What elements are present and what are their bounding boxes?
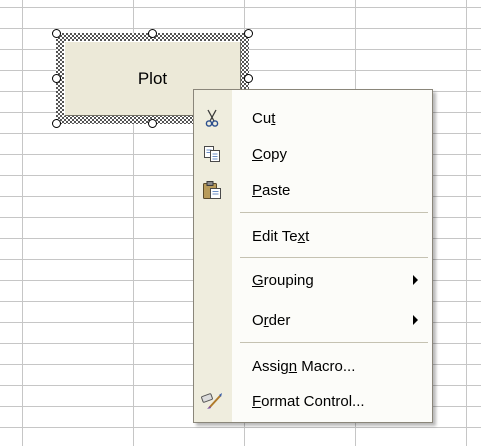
scissors-icon <box>201 107 223 129</box>
menu-item-paste[interactable]: Paste <box>194 175 432 205</box>
resize-handle-left[interactable] <box>52 74 61 83</box>
menu-item-grouping[interactable]: Grouping <box>194 265 432 295</box>
submenu-arrow-icon <box>413 315 418 325</box>
menu-item-order[interactable]: Order <box>194 305 432 335</box>
menu-item-order-label: Order <box>252 311 291 329</box>
paste-icon <box>201 179 223 201</box>
menu-item-format-control-label: Format Control... <box>252 392 365 410</box>
menu-item-assign-macro-label: Assign Macro... <box>252 357 356 375</box>
resize-handle-top-right[interactable] <box>244 29 253 38</box>
resize-handle-top-left[interactable] <box>52 29 61 38</box>
submenu-arrow-icon <box>413 275 418 285</box>
menu-item-paste-label: Paste <box>252 181 291 199</box>
resize-handle-bottom[interactable] <box>148 119 157 128</box>
resize-handle-top[interactable] <box>148 29 157 38</box>
resize-handle-bottom-left[interactable] <box>52 119 61 128</box>
copy-icon <box>201 143 223 165</box>
menu-separator <box>240 342 428 343</box>
menu-separator <box>240 257 428 258</box>
menu-item-assign-macro[interactable]: Assign Macro... <box>194 351 432 381</box>
menu-item-cut-label: Cut <box>252 109 276 127</box>
menu-item-grouping-label: Grouping <box>252 271 314 289</box>
menu-separator <box>240 212 428 213</box>
menu-item-cut[interactable]: Cut <box>194 103 432 133</box>
menu-item-copy[interactable]: Copy <box>194 139 432 169</box>
context-menu: Cut Copy Paste Edit Text Grouping Order … <box>193 89 433 423</box>
menu-item-copy-label: Copy <box>252 145 288 163</box>
format-control-icon <box>201 390 223 412</box>
resize-handle-right[interactable] <box>244 74 253 83</box>
menu-item-edit-text[interactable]: Edit Text <box>194 221 432 251</box>
menu-item-edit-text-label: Edit Text <box>252 227 310 245</box>
plot-button-label: Plot <box>137 68 168 88</box>
menu-item-format-control[interactable]: Format Control... <box>194 386 432 416</box>
